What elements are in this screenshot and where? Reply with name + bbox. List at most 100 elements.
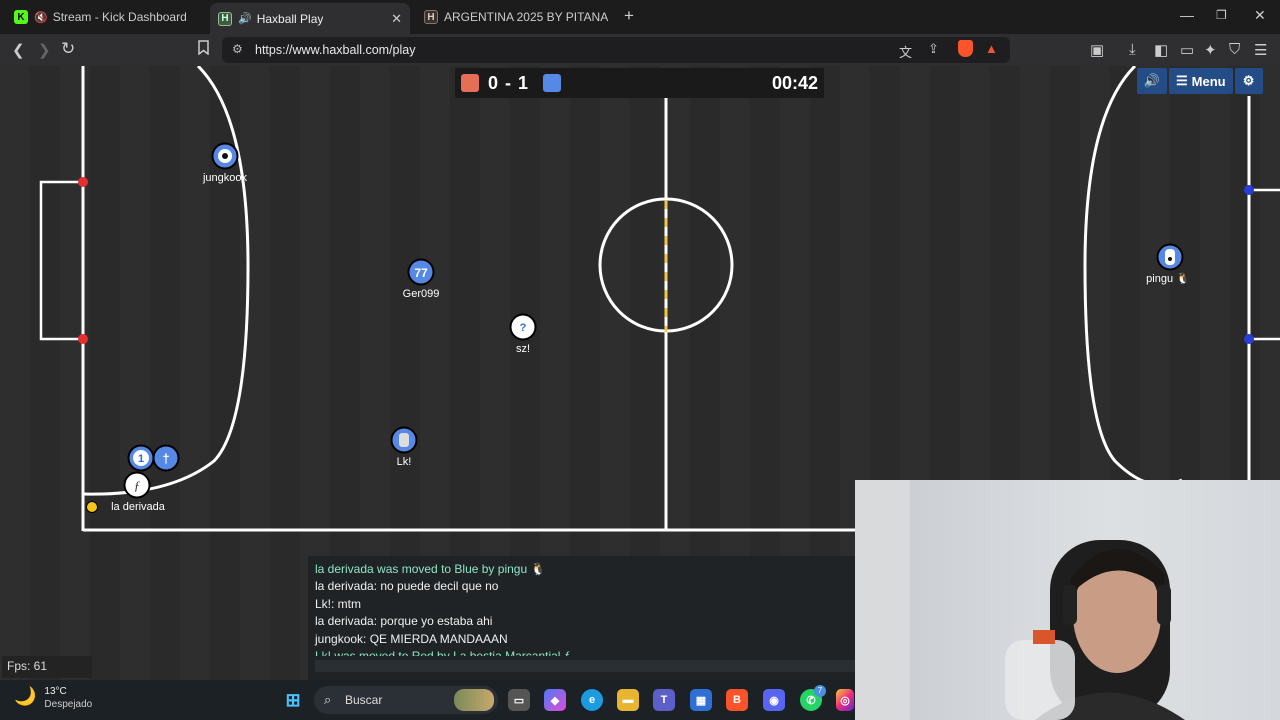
tab-title: Stream - Kick Dashboard [52,10,187,24]
minimize-icon[interactable]: — [1180,7,1194,23]
taskbar-search[interactable]: ⌕ Buscar [314,686,498,714]
tab-argentina-2025[interactable]: H ARGENTINA 2025 BY PITANA | HaxBa [416,4,616,30]
brave-icon[interactable]: B [726,689,748,711]
chat-notice: la derivada was moved to Blue by pingu 🐧 [315,562,546,576]
task-view-icon[interactable]: ▭ [508,689,530,711]
player-ger099: 77 [407,258,435,286]
store-icon[interactable]: ▦ [690,689,712,711]
share-icon[interactable]: ⇪ [928,41,939,57]
scoreboard: 0 - 1 00:42 [455,68,824,98]
svg-text:77: 77 [414,266,428,280]
kick-favicon-icon: K [14,10,28,24]
game-controls: 🔊 ☰ Menu ⚙ [1137,68,1263,96]
translate-icon[interactable]: 文 [899,42,912,61]
tab-haxball-play[interactable]: H 🔊 Haxball Play ✕ [210,3,410,34]
close-window-icon[interactable]: ✕ [1254,7,1266,24]
svg-text:ƒ: ƒ [134,478,141,493]
menu-icon[interactable]: ☰ [1254,41,1267,59]
windows-start-icon[interactable]: ⊞ [282,689,304,711]
search-placeholder: Buscar [345,693,383,707]
chat-message: Lk!: mtm [315,597,362,611]
browser-toolbar: ❮ ❯ ↻ ⚙ https://www.haxball.com/play 文 ⇪… [0,34,1280,66]
menu-label: Menu [1191,73,1226,89]
new-tab-icon[interactable]: + [624,6,634,26]
player-lk [390,426,418,454]
chat-message: jungkook: QE MIERDA MANDAAAN [315,632,508,646]
chat-message: la derivada: no puede decil que no [315,579,499,593]
blue-goal-post [1244,185,1254,195]
brave-rewards-icon[interactable]: ▲ [985,41,998,56]
search-icon: ⌕ [324,692,332,707]
fps-counter: Fps: 61 [2,656,92,678]
haxball-favicon-icon: H [218,11,232,26]
svg-text:†: † [162,451,169,466]
player-name: Lk! [396,456,412,468]
moon-icon: 🌙 [14,686,37,706]
site-info-icon[interactable]: ⚙ [232,42,243,56]
player-pingu [1156,243,1184,271]
muted-speaker-icon[interactable]: 🔇 [34,11,48,24]
chat-notice: Lk! was moved to Red by La bestia Marcan… [315,649,571,656]
menu-button[interactable]: ☰ Menu [1169,68,1233,94]
reader-mode-icon[interactable]: ▣ [1090,41,1104,59]
chat-input[interactable] [315,660,855,672]
player-name: Ger099 [402,288,440,300]
red-team-square [461,74,479,92]
player-blue-1: 1 [127,444,155,472]
sidebar-icon[interactable]: ◧ [1154,41,1168,59]
player-jungkook [211,142,239,170]
weather-temperature: 13°C [44,686,67,697]
vpn-icon[interactable]: ⛉ [1229,41,1240,58]
menu-lines-icon: ☰ [1176,73,1188,88]
red-goal-post [78,334,88,344]
browser-tab-bar: K 🔇 Stream - Kick Dashboard H 🔊 Haxball … [0,0,1280,34]
windows-taskbar: 🌙 13°C Despejado ⊞ ⌕ Buscar ▭ ◆ e ▬ T ▦ … [0,680,855,720]
whatsapp-badge: 7 [814,685,826,697]
close-tab-icon[interactable]: ✕ [391,11,402,27]
restore-icon[interactable]: ❐ [1216,8,1227,22]
player-name: la derivada [111,501,165,513]
streamer-video [855,480,1185,720]
player-name: jungkook [202,172,248,184]
teams-icon[interactable]: T [653,689,675,711]
address-bar[interactable]: ⚙ https://www.haxball.com/play 文 ⇪ ▲ [222,37,1010,63]
haxball-favicon-icon: H [424,10,438,24]
weather-description: Despejado [44,699,93,710]
match-timer: 00:42 [771,73,818,93]
webcam-overlay [855,480,1280,720]
back-icon[interactable]: ❮ [12,41,25,59]
leo-ai-icon[interactable]: ✦ [1204,41,1217,59]
player-blue-cross: † [152,444,180,472]
weather-widget[interactable]: 🌙 13°C Despejado [14,686,92,710]
svg-text:?: ? [520,322,527,334]
chat-panel: la derivada was moved to Blue by pingu 🐧… [308,556,855,680]
tab-title: ARGENTINA 2025 BY PITANA | HaxBa [443,10,608,24]
speaker-icon[interactable]: 🔊 [238,12,252,25]
red-goal-post [78,177,88,187]
settings-gear-icon[interactable]: ⚙ [1234,68,1263,94]
sound-icon[interactable]: 🔊 [1137,68,1167,94]
player-name: sz! [515,343,531,355]
ball [86,501,98,513]
blue-goal-post [1244,334,1254,344]
svg-text:1: 1 [138,453,144,465]
player-name: pingu 🐧 [1146,273,1190,285]
search-highlight-icon [454,689,494,711]
tab-kick-dashboard[interactable]: K 🔇 Stream - Kick Dashboard [6,4,206,30]
discord-icon[interactable]: ◉ [763,689,785,711]
wallet-icon[interactable]: ▭ [1180,41,1194,59]
instagram-icon[interactable]: ◎ [836,689,854,711]
downloads-icon[interactable]: ⤓ [1129,41,1136,58]
tab-title: Haxball Play [256,11,324,26]
reload-icon[interactable]: ↻ [61,39,75,59]
copilot-icon[interactable]: ◆ [544,689,566,711]
forward-icon[interactable]: ❯ [38,41,51,59]
edge-icon[interactable]: e [581,689,603,711]
brave-shields-icon[interactable] [958,40,973,57]
score: 0 - 1 [488,73,530,93]
file-explorer-icon[interactable]: ▬ [617,689,639,711]
url-text: https://www.haxball.com/play [255,43,416,57]
player-sz: ? [509,313,537,341]
blue-team-square [543,74,561,92]
bookmark-icon[interactable] [198,40,209,59]
